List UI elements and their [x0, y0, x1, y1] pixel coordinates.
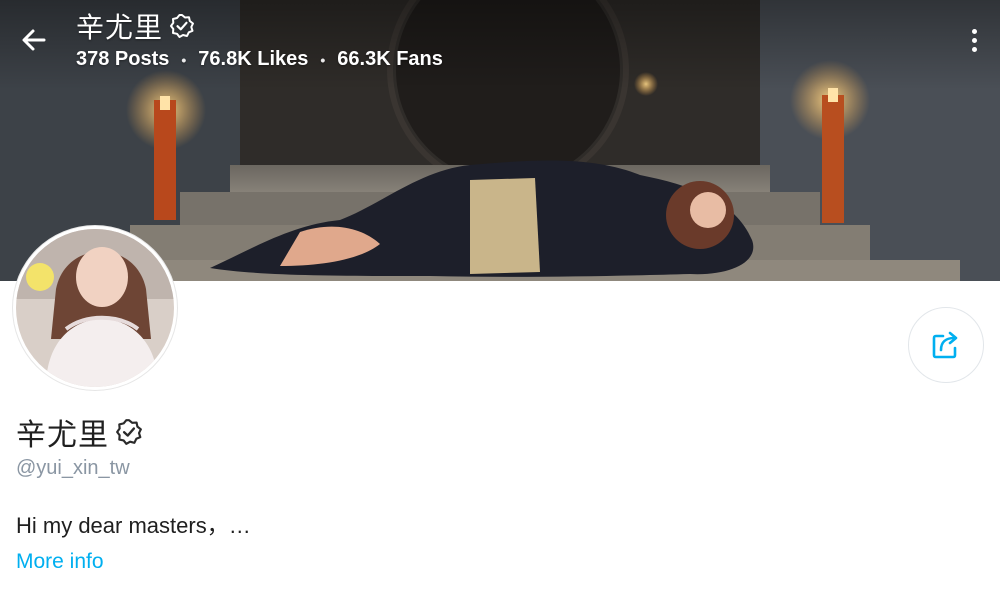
avatar-image [16, 229, 174, 387]
more-info-link[interactable]: More info [16, 550, 104, 574]
more-options-button[interactable] [962, 22, 986, 58]
share-icon [932, 331, 958, 359]
likes-count: 76.8K Likes [198, 48, 309, 70]
more-vertical-icon [971, 28, 977, 34]
profile-name: 辛尤里 [16, 419, 109, 452]
more-vertical-icon-dot [971, 46, 977, 52]
verified-badge-icon [116, 419, 142, 445]
separator-dot: • [320, 51, 326, 68]
profile-handle: @yui_xin_tw [16, 457, 130, 479]
verified-badge-icon [170, 14, 195, 38]
more-vertical-icon-dot [971, 37, 977, 43]
fans-count: 66.3K Fans [337, 48, 443, 70]
arrow-left-icon [22, 29, 46, 51]
profile-bio: Hi my dear masters，… [16, 513, 251, 538]
profile-name-row: 辛尤里 [16, 410, 143, 454]
back-button[interactable] [14, 20, 54, 60]
posts-count: 378 Posts [76, 48, 170, 70]
header-info: 辛尤里 378 Posts • 76.8K Likes • 66.3K Fans [76, 8, 443, 71]
header-name: 辛尤里 [76, 12, 164, 43]
avatar[interactable] [13, 226, 177, 390]
separator-dot: • [181, 51, 187, 68]
header-name-row: 辛尤里 [76, 8, 443, 44]
share-button[interactable] [908, 307, 984, 383]
header-stats: 378 Posts • 76.8K Likes • 66.3K Fans [76, 48, 443, 71]
